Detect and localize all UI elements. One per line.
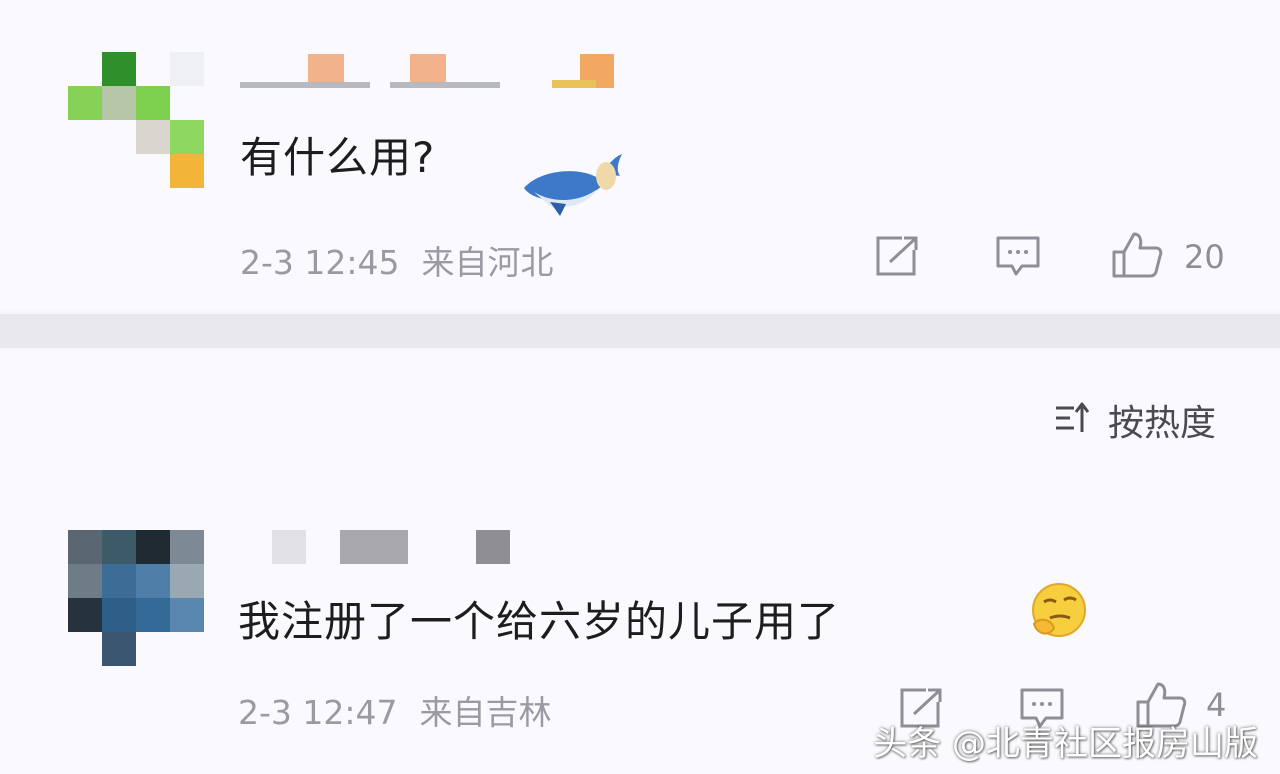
- share-icon[interactable]: [874, 234, 922, 278]
- whale-sticker-icon: [520, 148, 626, 218]
- username-blurred[interactable]: [272, 530, 512, 566]
- name-pixel: [340, 530, 408, 564]
- avatar-pixel: [136, 530, 170, 564]
- reply-icon[interactable]: [994, 234, 1042, 278]
- watermark: 头条 @北青社区报房山版: [873, 724, 1258, 764]
- comment-text: 我注册了一个给六岁的儿子用了: [238, 597, 841, 646]
- avatar-pixel: [102, 598, 136, 632]
- sort-by-hot-button[interactable]: 按热度: [1054, 395, 1216, 445]
- section-divider: [0, 314, 1280, 348]
- avatar[interactable]: [68, 52, 204, 188]
- avatar-pixel: [136, 598, 170, 632]
- avatar-pixel: [68, 530, 102, 564]
- comments-screen: 有什么用? 2-3 12:45 来自河北 20 按热度 我注册了一个给六岁的儿子…: [0, 0, 1280, 774]
- name-pixel: [390, 82, 500, 88]
- avatar-pixel: [68, 86, 102, 120]
- comment-meta: 2-3 12:45 来自河北: [240, 236, 554, 284]
- username-blurred[interactable]: [240, 54, 620, 90]
- avatar-pixel: [102, 564, 136, 598]
- avatar-pixel: [170, 530, 204, 564]
- avatar-pixel: [68, 598, 102, 632]
- name-pixel: [240, 82, 370, 88]
- avatar[interactable]: [68, 530, 204, 666]
- avatar-pixel: [102, 86, 136, 120]
- name-pixel: [272, 530, 306, 564]
- location: 来自吉林: [419, 693, 552, 732]
- timestamp: 2-3 12:47: [238, 693, 398, 732]
- timestamp: 2-3 12:45: [240, 243, 400, 282]
- sort-label: 按热度: [1108, 403, 1217, 444]
- avatar-pixel: [170, 598, 204, 632]
- comment-meta: 2-3 12:47 来自吉林: [238, 686, 552, 734]
- avatar-pixel: [170, 154, 204, 188]
- avatar-pixel: [170, 120, 204, 154]
- avatar-pixel: [102, 530, 136, 564]
- name-pixel: [476, 530, 510, 564]
- avatar-pixel: [136, 86, 170, 120]
- avatar-pixel: [68, 564, 102, 598]
- thinking-face-emoji-icon: [1028, 580, 1090, 642]
- comment-text: 有什么用?: [240, 133, 436, 182]
- avatar-pixel: [170, 52, 204, 86]
- like-count: 20: [1184, 238, 1225, 276]
- avatar-pixel: [102, 52, 136, 86]
- sort-icon: [1054, 400, 1090, 440]
- avatar-pixel: [136, 120, 170, 154]
- avatar-pixel: [170, 564, 204, 598]
- comment-card-1: 有什么用? 2-3 12:45 来自河北 20: [0, 0, 1280, 310]
- like-icon[interactable]: [1110, 230, 1164, 280]
- avatar-pixel: [136, 564, 170, 598]
- name-pixel: [552, 80, 596, 88]
- location: 来自河北: [421, 243, 554, 282]
- avatar-pixel: [102, 632, 136, 666]
